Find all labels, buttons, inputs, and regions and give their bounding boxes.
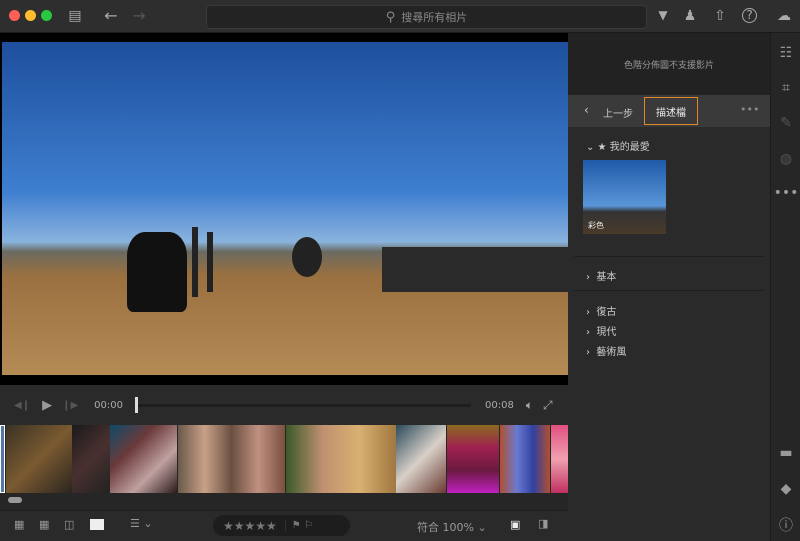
fullscreen-icon[interactable]: ⤢ [543,398,553,413]
adjust-sliders-icon[interactable]: ☷ [771,45,800,61]
edit-tools-strip: ☷ ⌗ ✎ ◍ ••• ▬ ◆ ⓘ [770,33,800,541]
cloud-icon[interactable]: ☁ [775,8,793,24]
sort-icon[interactable]: ☰ ⌄ [130,517,153,530]
square-grid-view-icon[interactable]: ▦ [14,518,24,531]
back-button[interactable]: 上一步 [603,105,633,120]
filmstrip-thumb[interactable] [110,425,177,493]
current-time: 00:00 [94,399,123,411]
playhead[interactable] [134,396,138,413]
back-chevron-icon[interactable]: ‹ [584,103,589,117]
profiles-tab[interactable]: 描述檔 [644,97,698,125]
play-icon[interactable]: ▶ [42,398,52,413]
filmstrip-thumb[interactable] [551,425,568,493]
more-tools-icon[interactable]: ••• [771,185,800,201]
favorites-section[interactable]: ⌄ ★ 我的最愛 [586,138,650,153]
flag-icons[interactable]: ⚑ ⚐ [284,520,313,531]
filmstrip-thumb[interactable] [286,425,396,493]
photo-grid-view-icon[interactable]: ▦ [39,518,49,531]
bottom-toolbar: ▦ ▦ ◫ ☰ ⌄ ★★★★★ ⚑ ⚐ 符合 100% ⌄ ▣ ◨ [0,510,568,541]
back-arrow-icon[interactable]: ← [102,6,120,25]
fit-label: 符合 [417,521,439,534]
divider [574,290,764,291]
panel-header: ‹ 上一步 描述檔 ••• [568,95,770,127]
video-frame [2,42,568,375]
histogram-message: 色階分佈圖不支援影片 [568,33,770,95]
group-label: 基本 [596,272,617,283]
bell-icon[interactable]: ♟ [681,8,699,24]
timeline-scrubber[interactable] [134,396,471,413]
group-artistic[interactable]: › 藝術風 [586,343,626,358]
filmstrip-toggle-icon[interactable]: ▣ [510,518,520,531]
filmstrip-thumb[interactable] [500,425,550,493]
group-label: 藝術風 [596,347,627,358]
more-options-icon[interactable]: ••• [740,103,759,116]
duration: 00:08 [484,399,514,411]
title-bar: ▤ ← → ⚲ 搜尋所有相片 ▼ ♟ ⇧ ? ☁ [0,0,800,33]
sidebar-toggle-icon[interactable]: ▤ [66,8,84,24]
detail-view-icon[interactable] [90,519,104,530]
help-icon[interactable]: ? [742,8,757,23]
forward-arrow-icon[interactable]: → [130,6,148,25]
next-frame-icon[interactable]: ❙▶ [62,400,78,411]
maximize-window-button[interactable] [41,10,52,21]
group-modern[interactable]: › 現代 [586,323,616,338]
preset-thumbnail[interactable]: 彩色 [583,160,666,234]
group-label: 復古 [596,307,617,318]
divider [574,256,764,257]
group-vintage[interactable]: › 復古 [586,303,616,318]
filmstrip-scrollbar[interactable] [8,497,22,503]
tag-icon[interactable]: ◆ [771,481,800,497]
filmstrip-thumb[interactable] [6,425,72,493]
comment-icon[interactable]: ▬ [771,445,800,461]
previous-frame-icon[interactable]: ◀❙ [14,400,30,411]
search-placeholder: 搜尋所有相片 [401,11,468,24]
filmstrip-thumb[interactable] [72,425,110,493]
presets-panel: 色階分佈圖不支援影片 ‹ 上一步 描述檔 ••• ⌄ ★ 我的最愛 彩色 › 基… [568,33,770,541]
info-icon[interactable]: ⓘ [771,515,800,535]
crop-rotate-icon[interactable]: ⌗ [771,80,800,96]
favorites-label: 我的最愛 [609,142,650,153]
preset-label: 彩色 [588,221,604,230]
filmstrip-thumb[interactable] [0,425,5,493]
before-after-icon[interactable]: ◨ [538,517,548,530]
group-label: 現代 [596,327,617,338]
fit-zoom[interactable]: 符合 100% ⌄ [417,519,487,535]
filter-icon[interactable]: ▼ [654,8,672,22]
filmstrip-thumb[interactable] [447,425,499,493]
healing-brush-icon[interactable]: ✎ [771,115,800,131]
rating-flag-bar: ★★★★★ ⚑ ⚐ [213,515,350,536]
volume-icon[interactable]: 🔈︎ [526,398,533,413]
playback-controls: ◀❙ ▶ ❙▶ 00:00 00:08 🔈︎ ⤢ [0,385,568,425]
search-icon: ⚲ [385,9,396,25]
filmstrip[interactable] [0,425,568,510]
search-input[interactable]: ⚲ 搜尋所有相片 [206,5,647,29]
minimize-window-button[interactable] [25,10,36,21]
compare-view-icon[interactable]: ◫ [64,518,74,531]
group-basic[interactable]: › 基本 [586,268,616,283]
masking-icon[interactable]: ◍ [771,151,800,167]
star-rating[interactable]: ★★★★★ [223,519,277,533]
filmstrip-thumb[interactable] [396,425,446,493]
share-icon[interactable]: ⇧ [711,8,729,24]
zoom-level: 100% [442,521,474,534]
close-window-button[interactable] [9,10,20,21]
filmstrip-thumb[interactable] [178,425,285,493]
